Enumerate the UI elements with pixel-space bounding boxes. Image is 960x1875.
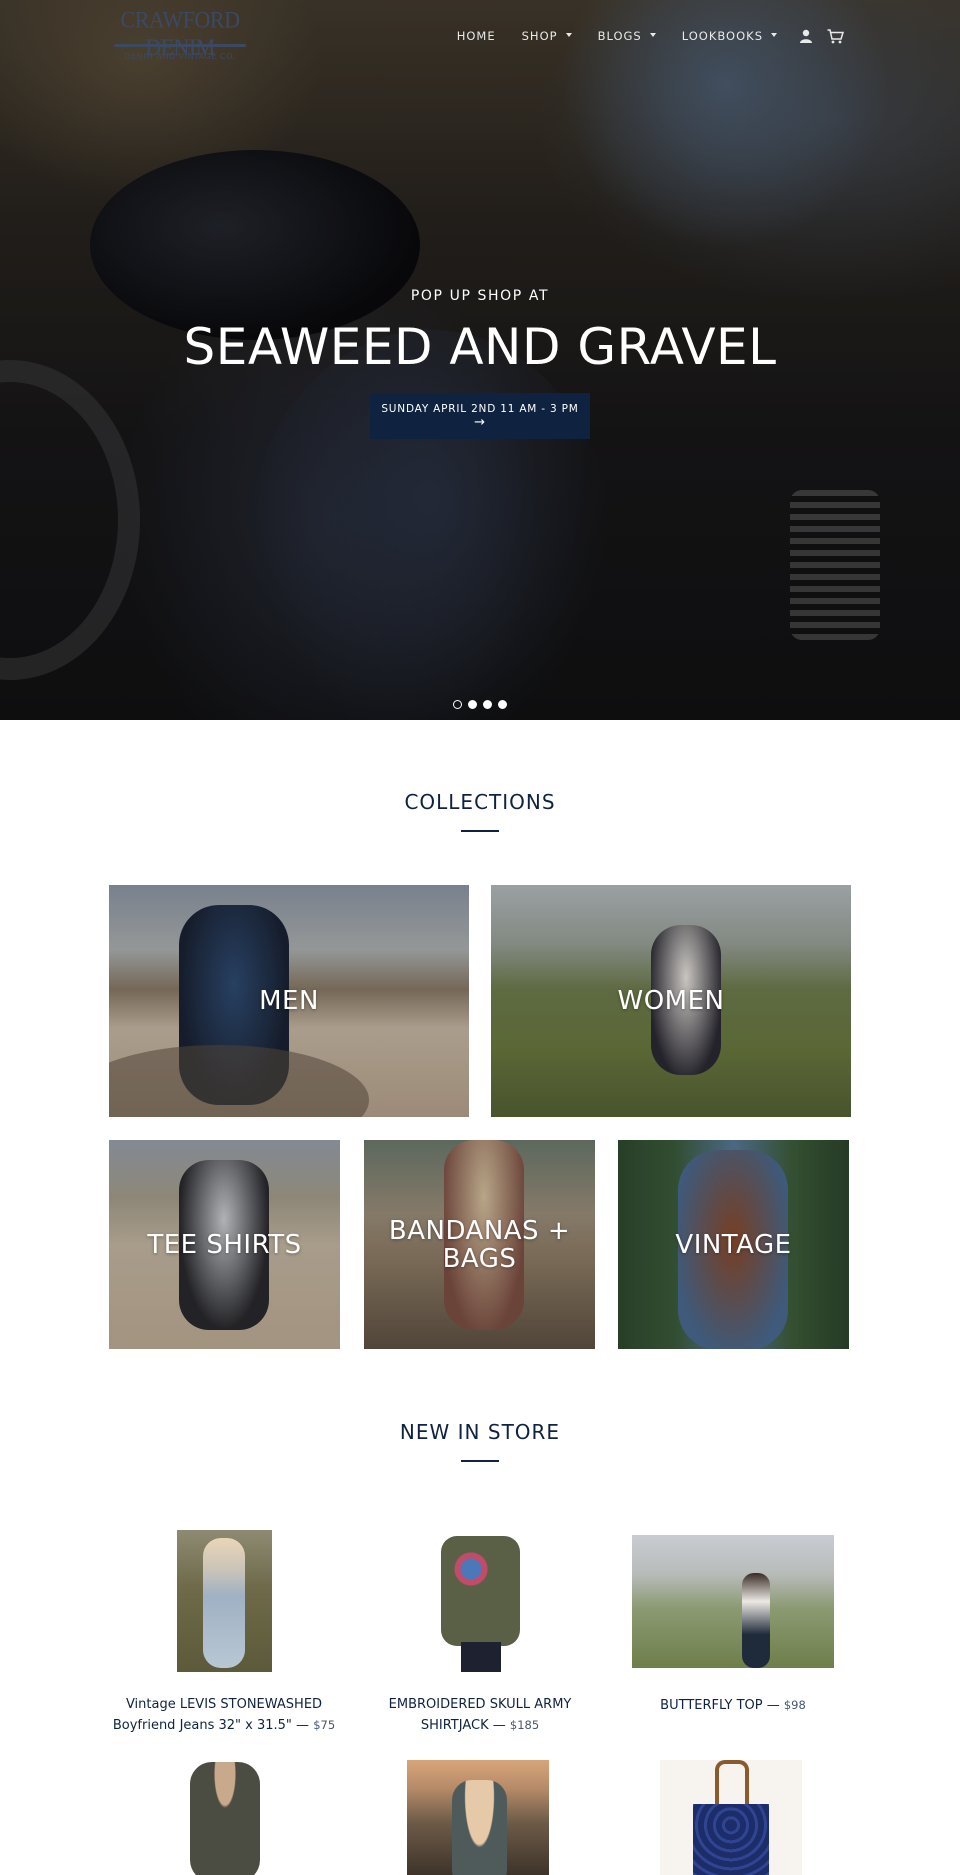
slide-dot-3[interactable] (483, 700, 492, 709)
hero-title: SEAWEED AND GRAVEL (183, 318, 777, 376)
product-figure (742, 1573, 770, 1668)
arrow-right-icon: → (474, 415, 486, 430)
nav-blogs[interactable]: BLOGS (598, 29, 656, 43)
slide-dot-1[interactable] (453, 700, 462, 709)
product-name-3: BUTTERFLY TOP (660, 1698, 763, 1713)
product-price-3: $98 (783, 1698, 806, 1712)
product-tee (190, 1762, 260, 1875)
logo-tagline: DENIM AND VINTAGE CO. (124, 52, 236, 61)
collection-label-bandanas-bags: BANDANAS + BAGS (388, 1216, 571, 1274)
nav-lookbooks[interactable]: LOOKBOOKS (682, 29, 777, 43)
chevron-down-icon (649, 33, 656, 37)
hero-slideshow: CRAWFORD DENIM DENIM AND VINTAGE CO. HOM… (0, 0, 960, 720)
chevron-down-icon (771, 33, 777, 37)
product-image-1[interactable] (177, 1530, 272, 1672)
product-name-1: Vintage LEVIS STONEWASHED Boyfriend Jean… (112, 1697, 323, 1733)
product-bag-strap (715, 1760, 749, 1806)
slide-dot-2[interactable] (468, 700, 477, 709)
collection-label-men: MEN (259, 986, 319, 1016)
product-image-2[interactable] (433, 1530, 528, 1672)
collection-label-women: WOMEN (617, 986, 725, 1016)
collections-title: COLLECTIONS (404, 790, 556, 814)
price-separator: — (762, 1698, 784, 1713)
hero-cta-button[interactable]: SUNDAY APRIL 2ND 11 AM - 3 PM → (370, 393, 590, 439)
collection-label-tee-shirts: TEE SHIRTS (147, 1230, 302, 1260)
product-caption-3[interactable]: BUTTERFLY TOP — $98 (608, 1695, 858, 1716)
collection-tile-men[interactable]: MEN (109, 885, 469, 1117)
price-separator: — (488, 1718, 510, 1733)
product-caption-1[interactable]: Vintage LEVIS STONEWASHED Boyfriend Jean… (99, 1695, 349, 1736)
main-nav: HOME SHOP BLOGS LOOKBOOKS (431, 26, 844, 46)
product-image-6[interactable] (660, 1760, 802, 1875)
nav-shop-label: SHOP (521, 29, 558, 43)
collection-label-vintage: VINTAGE (675, 1230, 792, 1260)
new-in-store-title-rule (461, 1460, 499, 1462)
product-bag (693, 1804, 769, 1875)
nav-blogs-label: BLOGS (597, 29, 642, 43)
nav-home[interactable]: HOME (457, 29, 496, 43)
slideshow-dots (0, 700, 960, 709)
product-price-2: $185 (509, 1718, 540, 1732)
product-image-3[interactable] (632, 1535, 834, 1668)
nav-lookbooks-label: LOOKBOOKS (681, 29, 763, 43)
nav-home-label: HOME (456, 29, 496, 43)
price-separator: — (291, 1718, 314, 1733)
product-image-5[interactable] (407, 1760, 549, 1875)
product-image-4[interactable] (180, 1760, 270, 1875)
slide-dot-4[interactable] (498, 700, 507, 709)
product-pants (461, 1642, 501, 1672)
new-in-store-title: NEW IN STORE (399, 1420, 561, 1444)
logo-rule (114, 44, 246, 47)
product-figure (452, 1780, 507, 1875)
chevron-down-icon (565, 33, 572, 37)
collection-tile-tee-shirts[interactable]: TEE SHIRTS (109, 1140, 340, 1349)
product-caption-2[interactable]: EMBROIDERED SKULL ARMY SHIRTJACK — $185 (355, 1695, 605, 1736)
collection-tile-women[interactable]: WOMEN (491, 885, 851, 1117)
collection-tile-bandanas-bags[interactable]: BANDANAS + BAGS (364, 1140, 595, 1349)
cart-icon[interactable] (827, 28, 844, 44)
product-figure (203, 1538, 245, 1668)
account-icon[interactable] (799, 29, 813, 43)
hero-kicker: POP UP SHOP AT (410, 288, 550, 304)
collections-title-rule (461, 830, 499, 832)
logo[interactable]: CRAWFORD DENIM DENIM AND VINTAGE CO. (110, 7, 250, 62)
product-shirt (441, 1536, 520, 1646)
product-name-2: EMBROIDERED SKULL ARMY SHIRTJACK (388, 1697, 572, 1733)
product-price-1: $75 (313, 1718, 336, 1732)
nav-shop[interactable]: SHOP (522, 29, 572, 43)
collection-tile-vintage[interactable]: VINTAGE (618, 1140, 849, 1349)
